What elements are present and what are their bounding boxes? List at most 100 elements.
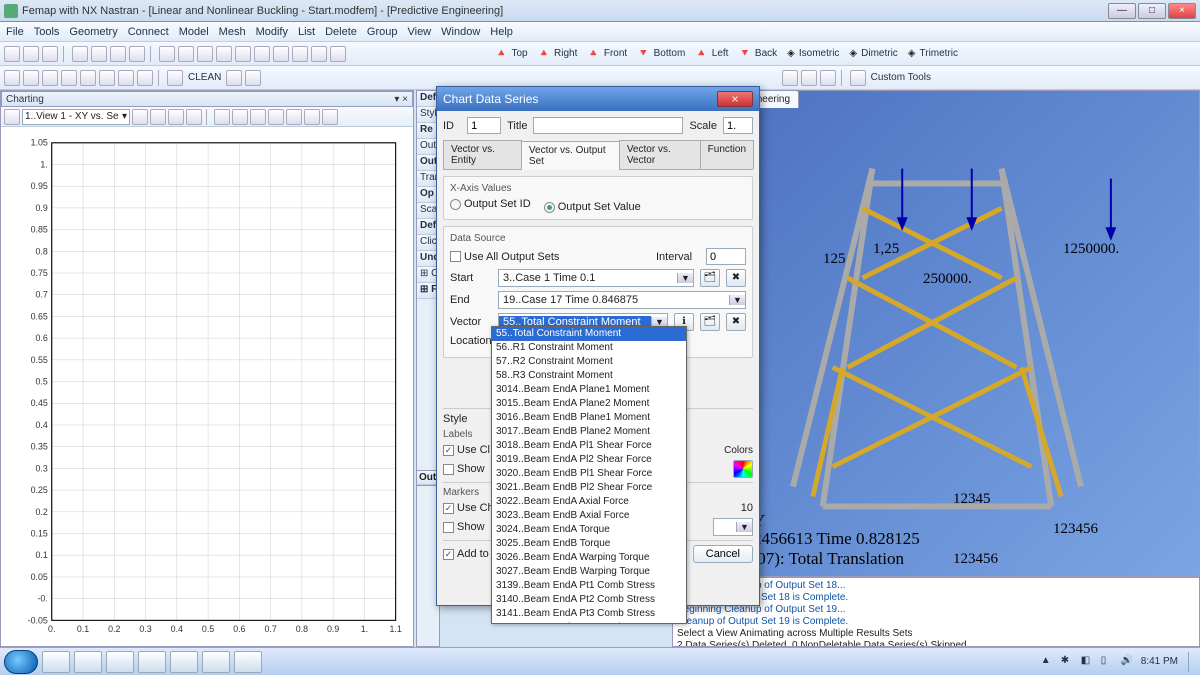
tool-icon[interactable] — [23, 46, 39, 62]
menu-geometry[interactable]: Geometry — [69, 26, 117, 38]
dropdown-item[interactable]: 3025..Beam EndB Torque — [492, 537, 686, 551]
color-picker-icon[interactable] — [733, 460, 753, 478]
dropdown-item[interactable]: 56..R1 Constraint Moment — [492, 341, 686, 355]
taskbar-app-icon[interactable] — [234, 651, 262, 673]
dropdown-item[interactable]: 3027..Beam EndB Warping Torque — [492, 565, 686, 579]
custom-tools-label[interactable]: Custom Tools — [869, 72, 933, 83]
dropdown-item[interactable]: 3024..Beam EndA Torque — [492, 523, 686, 537]
chart-tool-icon[interactable] — [304, 109, 320, 125]
tool-icon[interactable] — [197, 46, 213, 62]
menu-window[interactable]: Window — [441, 26, 480, 38]
menu-view[interactable]: View — [407, 26, 431, 38]
use-color-check[interactable]: ✓Use Cl — [443, 444, 490, 456]
chart-tool-icon[interactable] — [168, 109, 184, 125]
chart-tool-icon[interactable] — [250, 109, 266, 125]
clear-icon[interactable]: ✖ — [726, 313, 746, 331]
radio-output-set-value[interactable]: Output Set Value — [544, 201, 641, 213]
dropdown-item[interactable]: 3026..Beam EndA Warping Torque — [492, 551, 686, 565]
dropdown-item[interactable]: 3015..Beam EndA Plane2 Moment — [492, 397, 686, 411]
view-right-button[interactable]: 🔺Right — [535, 48, 583, 59]
taskbar-app-icon[interactable] — [170, 651, 198, 673]
view-top-button[interactable]: 🔺Top — [492, 48, 533, 59]
view-isometric-button[interactable]: ◈Isometric — [784, 48, 844, 59]
tool-icon[interactable] — [137, 70, 153, 86]
tool-icon[interactable] — [72, 46, 88, 62]
vector-dropdown-list[interactable]: 55..Total Constraint Moment56..R1 Constr… — [491, 326, 687, 624]
start-orb[interactable] — [4, 650, 38, 674]
dialog-tab[interactable]: Vector vs. Vector — [619, 140, 701, 169]
tool-icon[interactable] — [820, 70, 836, 86]
tool-icon[interactable] — [311, 46, 327, 62]
clear-icon[interactable]: ✖ — [726, 269, 746, 287]
dropdown-item[interactable]: 3014..Beam EndA Plane1 Moment — [492, 383, 686, 397]
taskbar-app-icon[interactable] — [42, 651, 70, 673]
tool-icon[interactable] — [782, 70, 798, 86]
dropdown-item[interactable]: 3019..Beam EndA Pl2 Shear Force — [492, 453, 686, 467]
chevron-down-icon[interactable]: ▼ — [736, 522, 752, 532]
chart-tool-icon[interactable] — [186, 109, 202, 125]
tool-icon[interactable] — [4, 46, 20, 62]
chart-tool-icon[interactable] — [286, 109, 302, 125]
view-front-button[interactable]: 🔺Front — [584, 48, 632, 59]
view-left-button[interactable]: 🔺Left — [692, 48, 733, 59]
menu-modify[interactable]: Modify — [256, 26, 288, 38]
tool-icon[interactable] — [159, 46, 175, 62]
tray-flag-icon[interactable]: ▲ — [1041, 655, 1055, 669]
tool-icon[interactable] — [167, 70, 183, 86]
dropdown-item[interactable]: 55..Total Constraint Moment — [492, 327, 686, 341]
menu-file[interactable]: File — [6, 26, 24, 38]
tool-icon[interactable] — [801, 70, 817, 86]
show-markers-check[interactable]: Show — [443, 521, 485, 533]
end-combo[interactable]: 19..Case 17 Time 0.846875▼ — [498, 291, 746, 309]
taskbar-app-icon[interactable] — [106, 651, 134, 673]
dialog-close-button[interactable]: × — [717, 91, 753, 107]
tray-volume-icon[interactable]: 🔊 — [1121, 655, 1135, 669]
chart-tool-icon[interactable] — [322, 109, 338, 125]
dropdown-item[interactable]: 3017..Beam EndB Plane2 Moment — [492, 425, 686, 439]
cancel-button[interactable]: Cancel — [693, 545, 753, 563]
chevron-down-icon[interactable]: ▼ — [729, 295, 745, 305]
menu-model[interactable]: Model — [179, 26, 209, 38]
tool-icon[interactable] — [23, 70, 39, 86]
taskbar-app-icon[interactable] — [202, 651, 230, 673]
maximize-button[interactable]: □ — [1138, 3, 1166, 19]
view-trimetric-button[interactable]: ◈Trimetric — [905, 48, 963, 59]
dialog-tab[interactable]: Function — [700, 140, 754, 169]
view-bottom-button[interactable]: 🔻Bottom — [634, 48, 690, 59]
tray-bluetooth-icon[interactable]: ✱ — [1061, 655, 1075, 669]
dropdown-item[interactable]: 3140..Beam EndA Pt2 Comb Stress — [492, 593, 686, 607]
radio-output-set-id[interactable]: Output Set ID — [450, 198, 531, 210]
pick-icon[interactable]: 🗂 — [700, 269, 720, 287]
tool-icon[interactable] — [273, 46, 289, 62]
dropdown-item[interactable]: 3142..Beam EndA Pt4 Comb Stress — [492, 621, 686, 624]
use-all-outputsets-check[interactable]: Use All Output Sets — [450, 251, 559, 263]
tool-icon[interactable] — [216, 46, 232, 62]
dropdown-item[interactable]: 3021..Beam EndB Pl2 Shear Force — [492, 481, 686, 495]
view-dimetric-button[interactable]: ◈Dimetric — [846, 48, 902, 59]
tray-clock[interactable]: 8:41 PM — [1141, 656, 1178, 667]
tool-icon[interactable] — [292, 46, 308, 62]
panel-pin-icon[interactable]: ▾ × — [394, 94, 408, 105]
tool-icon[interactable] — [80, 70, 96, 86]
menu-mesh[interactable]: Mesh — [219, 26, 246, 38]
tool-icon[interactable] — [254, 46, 270, 62]
chart-tool-icon[interactable] — [150, 109, 166, 125]
dialog-titlebar[interactable]: Chart Data Series × — [437, 87, 759, 111]
taskbar-app-icon[interactable] — [74, 651, 102, 673]
tool-icon[interactable] — [129, 46, 145, 62]
tray-network-icon[interactable]: ◧ — [1081, 655, 1095, 669]
tray-battery-icon[interactable]: ▯ — [1101, 655, 1115, 669]
tool-icon[interactable] — [110, 46, 126, 62]
tool-icon[interactable] — [4, 70, 20, 86]
tool-icon[interactable] — [330, 46, 346, 62]
dropdown-item[interactable]: 3020..Beam EndB Pl1 Shear Force — [492, 467, 686, 481]
tool-icon[interactable] — [245, 70, 261, 86]
dropdown-item[interactable]: 3022..Beam EndA Axial Force — [492, 495, 686, 509]
show-desktop-button[interactable] — [1188, 652, 1196, 672]
interval-input[interactable] — [706, 248, 746, 265]
dropdown-item[interactable]: 3016..Beam EndB Plane1 Moment — [492, 411, 686, 425]
menu-connect[interactable]: Connect — [128, 26, 169, 38]
taskbar-app-icon[interactable] — [138, 651, 166, 673]
chart-tool-icon[interactable] — [268, 109, 284, 125]
pick-icon[interactable]: 🗂 — [700, 313, 720, 331]
